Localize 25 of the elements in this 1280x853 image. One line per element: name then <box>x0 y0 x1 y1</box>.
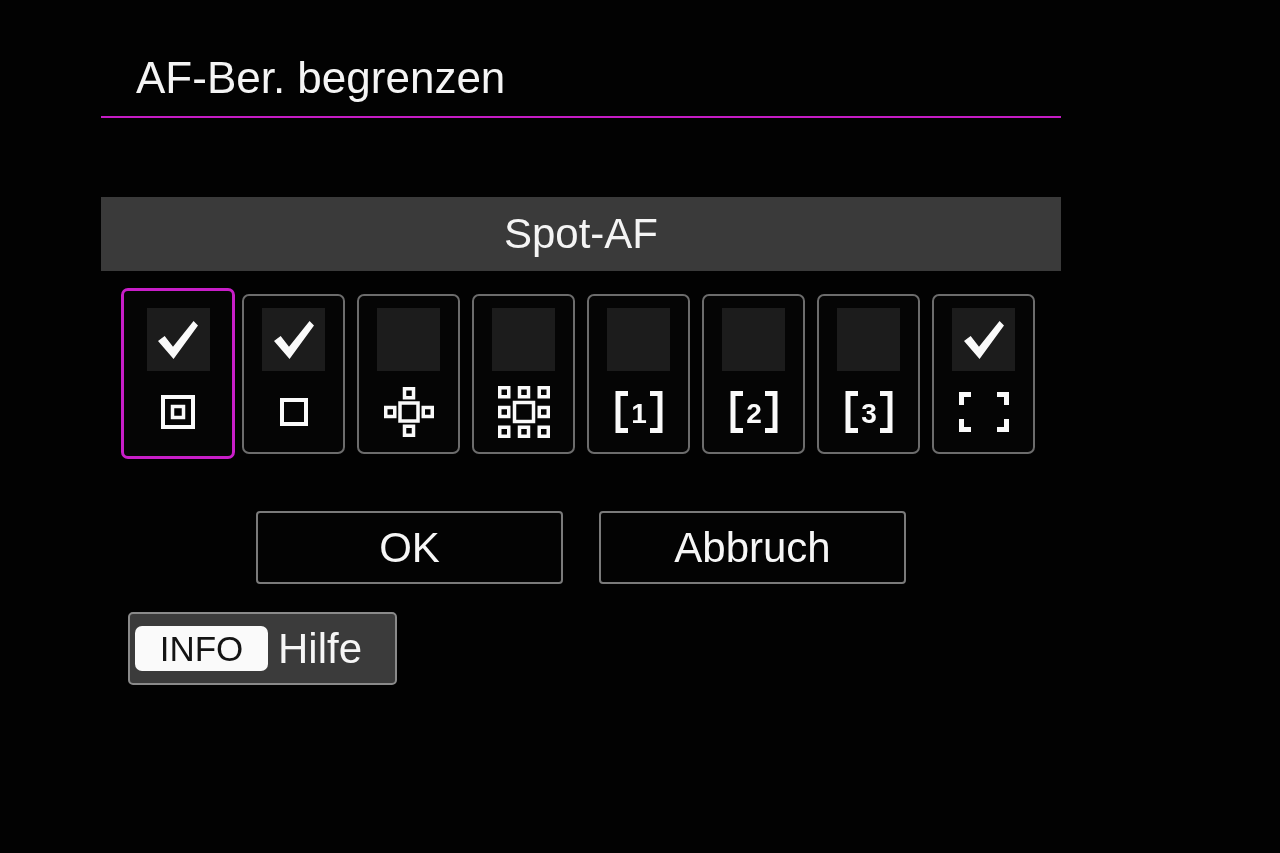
current-mode-bar: Spot-AF <box>101 197 1061 271</box>
info-key-badge: INFO <box>135 626 268 671</box>
af-area-tile[interactable] <box>121 288 235 459</box>
square-grid-icon <box>497 386 550 438</box>
af-area-tile[interactable]: 2 <box>702 294 805 454</box>
af-area-tile[interactable] <box>357 294 460 454</box>
corner-brackets-icon <box>958 392 1009 432</box>
af-area-tile[interactable]: 1 <box>587 294 690 454</box>
af-area-tile[interactable] <box>242 294 345 454</box>
af-area-tile[interactable]: 3 <box>817 294 920 454</box>
af-area-tile[interactable] <box>472 294 575 454</box>
nested-square-icon <box>161 395 195 429</box>
check-icon <box>963 320 1004 359</box>
help-button[interactable]: INFO Hilfe <box>128 612 397 685</box>
check-icon <box>273 320 314 359</box>
check-icon <box>158 320 198 359</box>
menu-title: AF-Ber. begrenzen <box>135 52 506 103</box>
dialog-button[interactable]: OK <box>256 511 563 584</box>
cross-squares-icon <box>383 387 434 437</box>
checkbox[interactable] <box>952 308 1015 371</box>
square-icon <box>279 398 308 426</box>
dialog-button[interactable]: Abbruch <box>599 511 906 584</box>
checkbox[interactable] <box>262 308 325 371</box>
af-area-tile[interactable] <box>932 294 1035 454</box>
checkbox[interactable] <box>146 308 210 371</box>
